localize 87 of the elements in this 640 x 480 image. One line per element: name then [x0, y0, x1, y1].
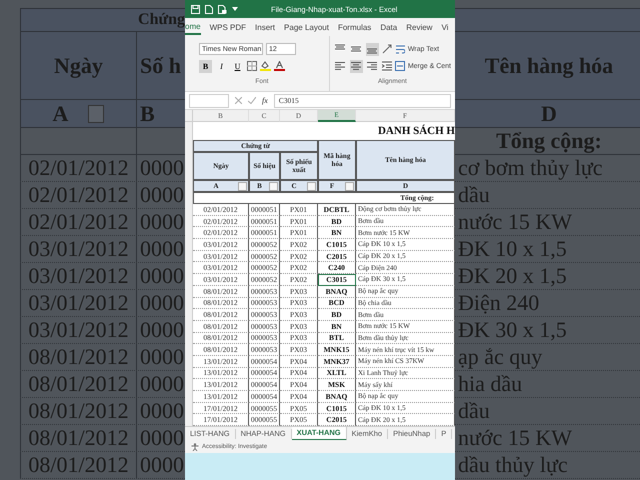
save-icon	[191, 4, 200, 14]
table-cell: cơ bơm thủy lực	[458, 155, 603, 181]
table-cell: ĐK 10 x 1,5	[458, 236, 567, 262]
table-cell: 08/01/2012	[28, 371, 129, 397]
format-button[interactable]: B	[199, 60, 212, 72]
format-button[interactable]: U	[231, 60, 244, 72]
align-button[interactable]	[366, 60, 379, 72]
ribbon-tab[interactable]: WPS PDF	[210, 20, 246, 34]
table-cell: 0000	[140, 317, 184, 343]
table-cell: ạp ắc quy	[458, 344, 542, 370]
table-cell: 08/01/2012	[28, 398, 129, 424]
table-cell: 08/01/2012	[28, 425, 129, 451]
borders-icon	[247, 61, 257, 71]
row-header[interactable]	[185, 122, 193, 140]
table-cell: Điện 240	[458, 290, 540, 316]
header-cell: Chứng	[138, 11, 185, 29]
table-cell: ĐK 20 x 1,5	[458, 263, 567, 289]
table-cell: hia dầu	[458, 371, 522, 397]
table-cell: 0000	[140, 371, 184, 397]
table-cell: 02/01/2012	[28, 209, 129, 235]
select-all-corner[interactable]	[185, 110, 193, 122]
total-label: Tổng cộng:	[496, 128, 602, 154]
filter-label: D	[541, 100, 557, 126]
align-left-icon	[335, 61, 346, 71]
indent-icon	[382, 61, 392, 71]
filter-button[interactable]	[238, 182, 247, 190]
filter-label: B	[140, 100, 155, 126]
dropdown-icon	[232, 7, 238, 11]
ribbon-tab[interactable]: Page Layout	[284, 20, 329, 34]
row-header[interactable]	[185, 414, 193, 426]
ribbon-tab[interactable]: Data	[380, 20, 398, 34]
table-cell: 03/01/2012	[28, 290, 129, 316]
filter-label: A	[52, 100, 68, 126]
filter-button[interactable]	[345, 182, 354, 190]
font-color-icon	[274, 61, 285, 71]
table-cell: 08/01/2012	[28, 452, 129, 478]
filter-button[interactable]	[307, 182, 316, 190]
new-file-icon	[205, 4, 213, 14]
format-button[interactable]: I	[215, 60, 228, 72]
align-button[interactable]	[350, 60, 363, 72]
accessibility-icon	[191, 442, 199, 451]
table-cell: 0000	[140, 263, 184, 289]
table-cell: 0000	[140, 425, 184, 451]
checkmark-icon	[248, 97, 256, 104]
header-cell: Số h	[140, 52, 181, 78]
ribbon-tab[interactable]: Review	[406, 20, 432, 34]
table-cell: 03/01/2012	[28, 317, 129, 343]
table-cell: 02/01/2012	[28, 155, 129, 181]
table-cell: 08/01/2012	[28, 344, 129, 370]
ribbon-tab[interactable]: Formulas	[338, 20, 372, 34]
sheet-title: DANH SÁCH H	[378, 125, 455, 137]
filter-button[interactable]	[88, 104, 104, 122]
align-middle-icon	[351, 44, 362, 54]
table-cell: nước 15 KW	[458, 209, 572, 235]
name-box[interactable]	[189, 94, 229, 108]
table-cell: 0000	[140, 236, 184, 262]
close-icon	[235, 97, 242, 104]
table-cell: 02/01/2012	[28, 182, 129, 208]
table-cell: ĐK 30 x 1,5	[458, 317, 567, 343]
fill-color-icon	[260, 61, 271, 71]
table-cell: 0000	[140, 452, 184, 478]
table-cell: dầu	[458, 182, 490, 208]
ribbon-tab[interactable]: Insert	[255, 20, 276, 34]
ribbon-tab[interactable]: Vi	[441, 20, 448, 34]
table-cell: 0000	[140, 344, 184, 370]
table-cell: 03/01/2012	[28, 236, 129, 262]
filter-button[interactable]	[269, 182, 278, 190]
wrap-text-icon	[396, 44, 405, 54]
header-cell: Ngày	[54, 52, 103, 78]
table-cell: nước 15 KW	[458, 425, 572, 451]
align-center-icon	[351, 61, 362, 71]
table-cell: 03/01/2012	[28, 263, 129, 289]
table-cell: dầu thủy lực	[458, 452, 568, 478]
merge-icon	[394, 61, 405, 71]
align-right-icon	[367, 61, 378, 71]
table-cell: 0000	[140, 398, 184, 424]
table-cell: dầu	[458, 398, 490, 424]
table-cell: 0000	[140, 155, 184, 181]
header-cell: Tên hàng hóa	[484, 52, 614, 78]
function-label: fx	[262, 96, 268, 105]
orientation-icon	[382, 44, 393, 54]
table-cell: 0000	[140, 290, 184, 316]
table-cell: 0000	[140, 182, 184, 208]
table-cell: 0000	[140, 209, 184, 235]
align-button[interactable]	[366, 42, 379, 56]
align-button[interactable]	[334, 60, 347, 72]
document-icon	[218, 4, 227, 14]
